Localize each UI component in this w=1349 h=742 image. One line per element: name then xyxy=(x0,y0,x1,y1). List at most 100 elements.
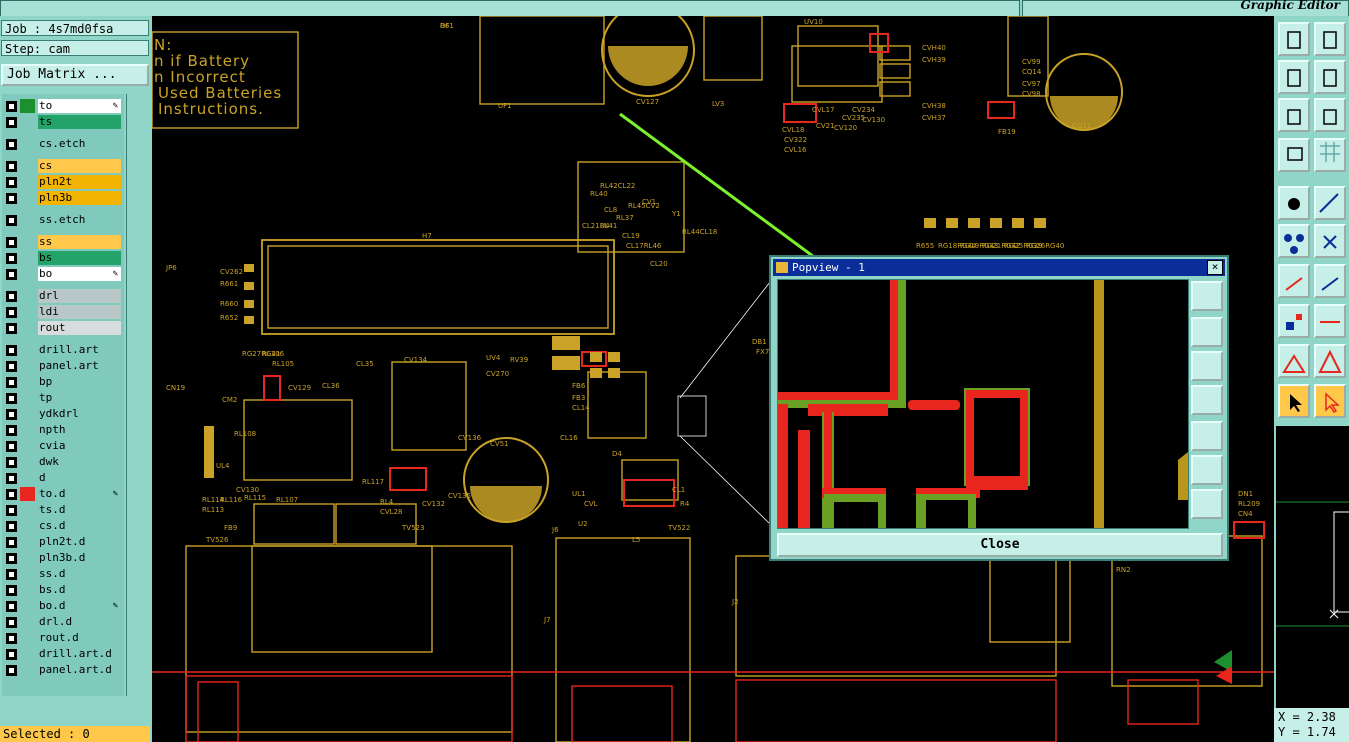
layer-color-swatch[interactable] xyxy=(20,647,35,661)
layer-name[interactable]: pln2t xyxy=(38,175,121,189)
popview-zoom-canvas[interactable] xyxy=(777,279,1189,529)
layer-checkbox[interactable] xyxy=(6,521,17,532)
layer-checkbox[interactable] xyxy=(6,505,17,516)
layer-row[interactable]: ss.d xyxy=(2,566,124,582)
layer-row[interactable]: bs xyxy=(2,250,124,266)
layer-name[interactable]: cvia xyxy=(38,439,121,453)
layer-checkbox[interactable] xyxy=(6,649,17,660)
layer-name[interactable]: to ✎ xyxy=(38,99,121,113)
layer-row[interactable]: ydkdrl xyxy=(2,406,124,422)
layer-color-swatch[interactable] xyxy=(20,599,35,613)
layer-row[interactable]: to ✎ xyxy=(2,98,124,114)
layer-color-swatch[interactable] xyxy=(20,137,35,151)
layer-color-swatch[interactable] xyxy=(20,487,35,501)
layer-name[interactable]: rout xyxy=(38,321,121,335)
layer-row[interactable]: panel.art xyxy=(2,358,124,374)
layer-checkbox[interactable] xyxy=(6,307,17,318)
layer-name[interactable]: pln2t.d xyxy=(38,535,121,549)
layer-row[interactable]: pln2t.d xyxy=(2,534,124,550)
layer-name[interactable]: ldi xyxy=(38,305,121,319)
layer-checkbox[interactable] xyxy=(6,323,17,334)
layer-name[interactable]: pln3b.d xyxy=(38,551,121,565)
layer-checkbox[interactable] xyxy=(6,161,17,172)
layer-row[interactable]: rout xyxy=(2,320,124,336)
layer-color-swatch[interactable] xyxy=(20,115,35,129)
layer-checkbox[interactable] xyxy=(6,101,17,112)
layer-checkbox[interactable] xyxy=(6,345,17,356)
layer-checkbox[interactable] xyxy=(6,537,17,548)
layer-name[interactable]: cs.etch xyxy=(38,137,121,151)
layer-row[interactable]: pln3b xyxy=(2,190,124,206)
layer-checkbox[interactable] xyxy=(6,215,17,226)
layer-name[interactable]: bo ✎ xyxy=(38,267,121,281)
layer-row[interactable]: ldi xyxy=(2,304,124,320)
window-menu-icon[interactable] xyxy=(776,262,788,273)
layer-name[interactable]: tp xyxy=(38,391,121,405)
layer-checkbox[interactable] xyxy=(6,291,17,302)
layer-row[interactable]: npth xyxy=(2,422,124,438)
layer-name[interactable]: drl xyxy=(38,289,121,303)
layer-color-swatch[interactable] xyxy=(20,343,35,357)
layer-color-swatch[interactable] xyxy=(20,503,35,517)
layer-checkbox[interactable] xyxy=(6,177,17,188)
layer-row[interactable]: dwk xyxy=(2,454,124,470)
layer-checkbox[interactable] xyxy=(6,377,17,388)
layer-checkbox[interactable] xyxy=(6,193,17,204)
layer-checkbox[interactable] xyxy=(6,361,17,372)
layer-name[interactable]: cs.d xyxy=(38,519,121,533)
layer-name[interactable]: ss xyxy=(38,235,121,249)
layer-color-swatch[interactable] xyxy=(20,359,35,373)
layer-row[interactable]: bo ✎ xyxy=(2,266,124,282)
layer-checkbox[interactable] xyxy=(6,253,17,264)
layer-checkbox[interactable] xyxy=(6,569,17,580)
close-icon[interactable]: × xyxy=(1207,260,1223,275)
layer-name[interactable]: panel.art xyxy=(38,359,121,373)
layer-name[interactable]: bs.d xyxy=(38,583,121,597)
layer-row[interactable]: drill.art.d xyxy=(2,646,124,662)
pop-tool-zoom-in[interactable] xyxy=(1191,317,1223,347)
layer-row[interactable]: d xyxy=(2,470,124,486)
layer-name[interactable]: ydkdrl xyxy=(38,407,121,421)
layer-row[interactable]: to.d ✎ xyxy=(2,486,124,502)
layer-color-swatch[interactable] xyxy=(20,407,35,421)
layer-color-swatch[interactable] xyxy=(20,615,35,629)
layer-color-swatch[interactable] xyxy=(20,175,35,189)
layer-color-swatch[interactable] xyxy=(20,583,35,597)
layer-color-swatch[interactable] xyxy=(20,663,35,677)
overview-panel[interactable] xyxy=(1274,426,1349,708)
popview-titlebar[interactable]: Popview - 1 × xyxy=(773,259,1225,276)
layer-color-swatch[interactable] xyxy=(20,289,35,303)
layer-name[interactable]: bo.d ✎ xyxy=(38,599,121,613)
layer-color-swatch[interactable] xyxy=(20,631,35,645)
layer-row[interactable]: panel.art.d xyxy=(2,662,124,678)
layer-checkbox[interactable] xyxy=(6,601,17,612)
layer-row[interactable]: drl.d xyxy=(2,614,124,630)
layer-color-swatch[interactable] xyxy=(20,535,35,549)
layer-color-swatch[interactable] xyxy=(20,519,35,533)
layer-name[interactable]: npth xyxy=(38,423,121,437)
layer-color-swatch[interactable] xyxy=(20,213,35,227)
layer-row[interactable]: ts.d xyxy=(2,502,124,518)
layer-color-swatch[interactable] xyxy=(20,375,35,389)
pop-tool-fit[interactable] xyxy=(1191,455,1223,485)
layer-row[interactable]: cs xyxy=(2,158,124,174)
layer-name[interactable]: drill.art.d xyxy=(38,647,121,661)
layer-color-swatch[interactable] xyxy=(20,455,35,469)
layer-row[interactable]: cs.d xyxy=(2,518,124,534)
layer-name[interactable]: rout.d xyxy=(38,631,121,645)
layer-checkbox[interactable] xyxy=(6,393,17,404)
layer-color-swatch[interactable] xyxy=(20,439,35,453)
layer-color-swatch[interactable] xyxy=(20,99,35,113)
layer-checkbox[interactable] xyxy=(6,457,17,468)
layer-name[interactable]: bs xyxy=(38,251,121,265)
layer-checkbox[interactable] xyxy=(6,117,17,128)
layer-color-swatch[interactable] xyxy=(20,159,35,173)
layer-color-swatch[interactable] xyxy=(20,305,35,319)
layer-name[interactable]: drill.art xyxy=(38,343,121,357)
layer-row[interactable]: bo.d ✎ xyxy=(2,598,124,614)
layer-color-swatch[interactable] xyxy=(20,267,35,281)
layer-color-swatch[interactable] xyxy=(20,251,35,265)
layer-checkbox[interactable] xyxy=(6,633,17,644)
layer-color-swatch[interactable] xyxy=(20,471,35,485)
layer-name[interactable]: drl.d xyxy=(38,615,121,629)
